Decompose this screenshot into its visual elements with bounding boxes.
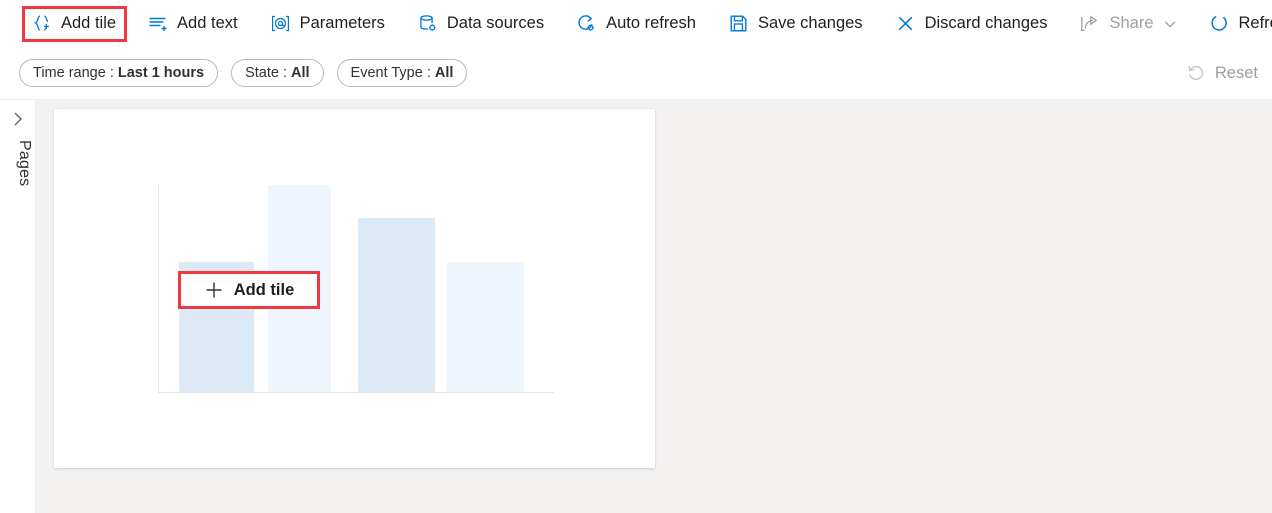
auto-refresh-command[interactable]: Auto refresh	[568, 7, 706, 41]
chart-bar	[358, 218, 436, 392]
data-sources-command-label: Data sources	[446, 14, 545, 32]
parameters-icon	[270, 13, 291, 34]
save-changes-command[interactable]: Save changes	[720, 7, 873, 41]
plus-icon	[204, 280, 224, 300]
reset-filters-button[interactable]: Reset	[1186, 63, 1258, 83]
pages-rail-label[interactable]: Pages	[3, 140, 33, 186]
chart-x-axis	[158, 392, 554, 393]
share-command-label: Share	[1109, 14, 1154, 32]
filter-pill-key: Time range :	[33, 65, 114, 81]
workbook-canvas: Add tile	[36, 100, 1272, 513]
data-sources-command[interactable]: Data sources	[409, 7, 554, 41]
refresh-command[interactable]: Refresh	[1201, 7, 1272, 41]
add-tile-icon	[31, 13, 52, 34]
filter-pill-event-type[interactable]: Event Type : All	[336, 59, 468, 87]
discard-changes-command[interactable]: Discard changes	[887, 7, 1058, 41]
filter-bar: Time range : Last 1 hours State : All Ev…	[0, 47, 1272, 100]
save-icon	[728, 13, 749, 34]
filter-pill-value: Last 1 hours	[117, 65, 205, 81]
filter-pill-value: All	[434, 65, 454, 81]
command-toolbar: Add tile Add text Parameters Data source…	[0, 0, 1272, 47]
refresh-icon	[1209, 13, 1230, 34]
add-tile-command[interactable]: Add tile	[22, 5, 128, 42]
chevron-down-icon	[1163, 17, 1177, 31]
parameters-command-label: Parameters	[299, 14, 385, 32]
discard-changes-command-label: Discard changes	[924, 14, 1048, 32]
auto-refresh-icon	[576, 13, 597, 34]
close-icon	[895, 13, 916, 34]
filter-pill-time-range[interactable]: Time range : Last 1 hours	[19, 59, 219, 87]
add-tile-button[interactable]: Add tile	[178, 271, 320, 309]
share-command[interactable]: Share	[1071, 7, 1186, 41]
refresh-command-label: Refresh	[1238, 14, 1272, 32]
share-icon	[1079, 13, 1100, 34]
filter-pill-state[interactable]: State : All	[231, 59, 324, 87]
undo-arrow-icon	[1186, 63, 1206, 83]
add-tile-command-label: Add tile	[61, 14, 117, 32]
auto-refresh-command-label: Auto refresh	[606, 14, 696, 32]
add-text-icon	[147, 13, 168, 34]
parameters-command[interactable]: Parameters	[262, 7, 395, 41]
data-sources-icon	[417, 13, 438, 34]
save-changes-command-label: Save changes	[757, 14, 863, 32]
pages-rail: Pages	[0, 100, 36, 513]
add-text-command[interactable]: Add text	[139, 7, 248, 41]
empty-tile-card: Add tile	[54, 109, 655, 468]
filter-pill-key: Event Type :	[350, 65, 431, 81]
filter-pill-value: All	[291, 65, 310, 81]
reset-filters-label: Reset	[1214, 63, 1258, 82]
filter-pill-key: State :	[245, 65, 287, 81]
add-text-command-label: Add text	[177, 14, 238, 32]
chevron-right-icon[interactable]	[9, 110, 27, 128]
workbook-editor: Add tile Add text Parameters Data source…	[0, 0, 1272, 513]
add-tile-button-label: Add tile	[233, 280, 295, 299]
chart-bar	[447, 261, 525, 392]
